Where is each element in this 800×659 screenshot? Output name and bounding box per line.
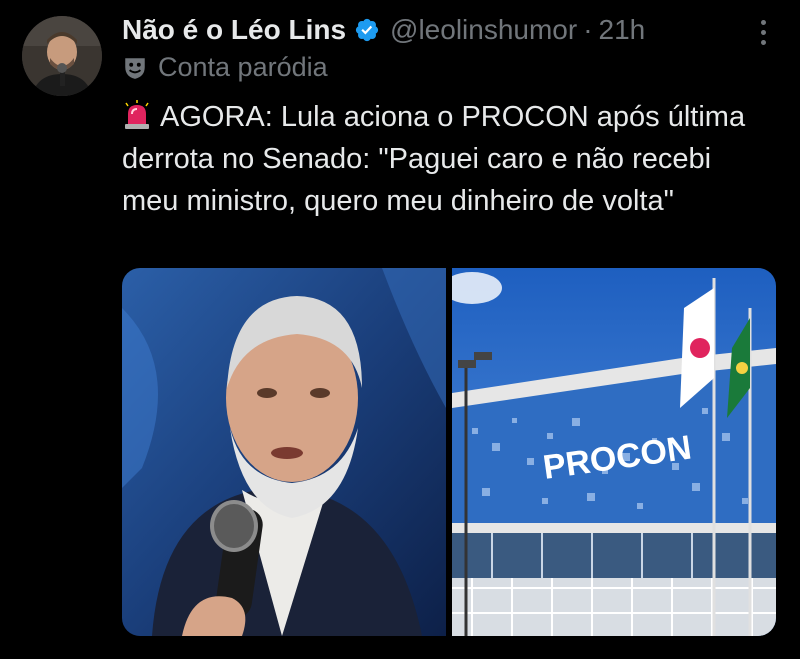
- tweet-body: AGORA: Lula aciona o PROCON após última …: [122, 101, 746, 217]
- tweet[interactable]: Não é o Léo Lins @leolinshumor · 21h Con…: [0, 0, 800, 659]
- photo-procon-building[interactable]: PROCON: [452, 268, 776, 636]
- media-grid[interactable]: PROCON: [122, 268, 776, 636]
- photo-man-microphone[interactable]: [122, 268, 446, 636]
- display-name[interactable]: Não é o Léo Lins: [122, 14, 346, 46]
- parody-label-text: Conta paródia: [158, 52, 328, 82]
- parody-label: Conta paródia: [122, 52, 328, 83]
- siren-icon: [122, 100, 152, 130]
- tweet-header: Não é o Léo Lins @leolinshumor · 21h: [122, 10, 760, 50]
- verified-badge-icon[interactable]: [354, 17, 380, 43]
- user-handle[interactable]: @leolinshumor: [390, 14, 577, 46]
- more-options-icon[interactable]: [756, 20, 770, 48]
- timestamp[interactable]: 21h: [599, 14, 646, 46]
- avatar[interactable]: [22, 16, 102, 96]
- separator: ·: [583, 14, 593, 45]
- tweet-text: AGORA: Lula aciona o PROCON após última …: [122, 96, 772, 222]
- theater-mask-icon: [122, 55, 148, 81]
